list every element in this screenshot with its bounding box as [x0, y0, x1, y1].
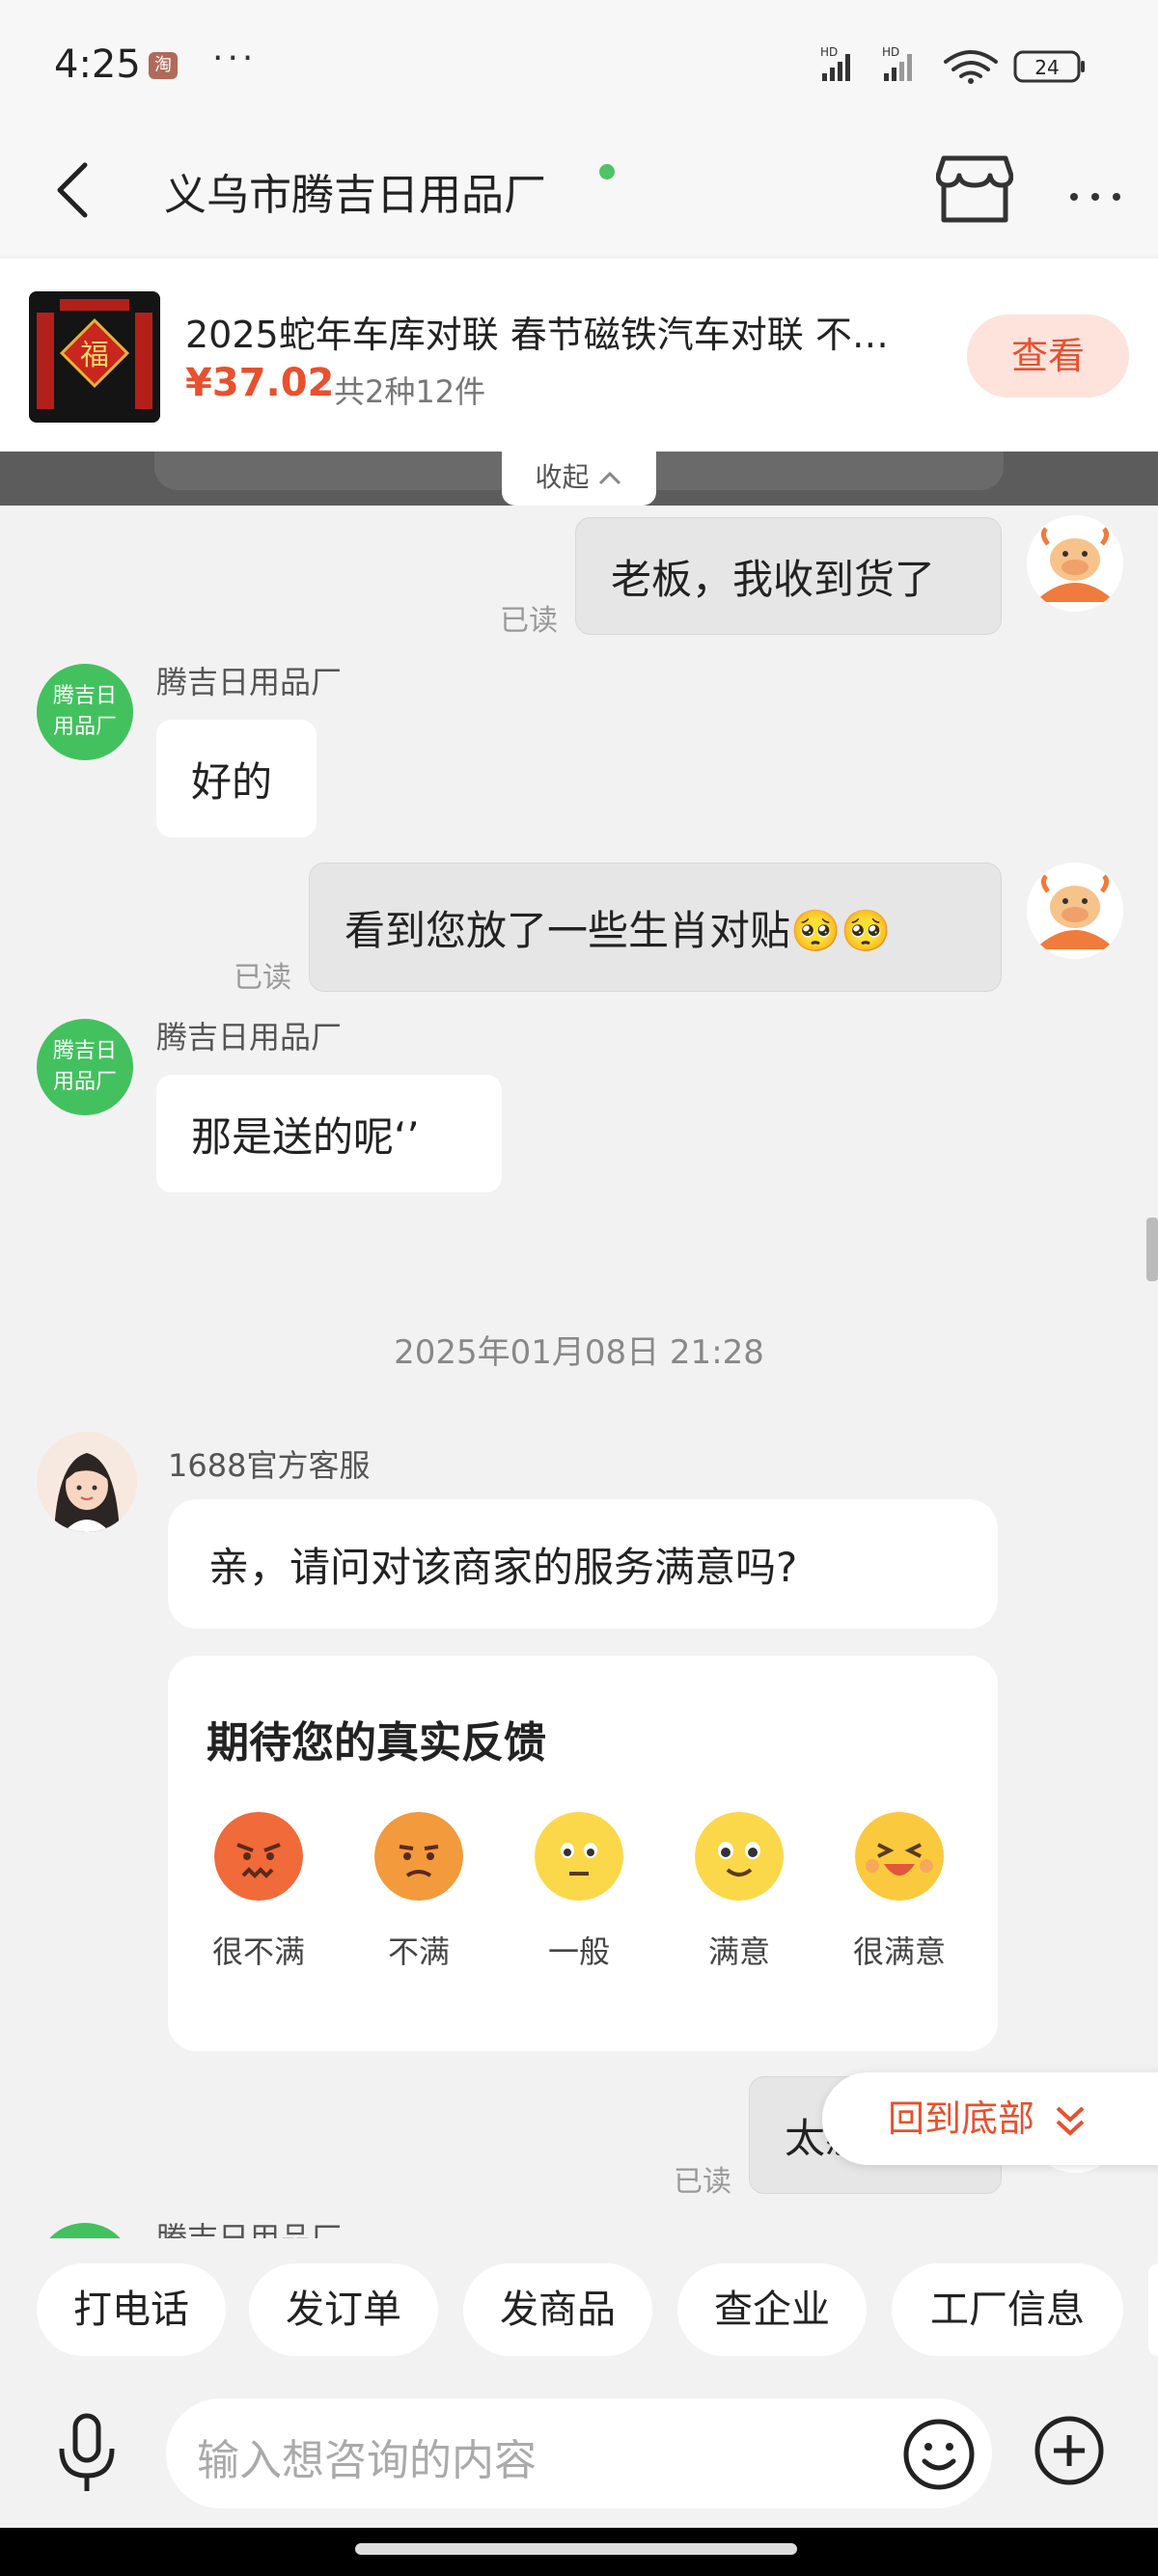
more-options-icon[interactable] — [1066, 172, 1124, 216]
rating-satisfied[interactable]: 满意 — [672, 1812, 807, 1972]
more-chip-edge[interactable] — [1148, 2263, 1158, 2356]
rating-label: 一般 — [547, 1933, 610, 1970]
rating-unsatisfied[interactable]: 不满 — [351, 1812, 486, 1972]
very-unsatisfied-face-icon — [214, 1812, 303, 1901]
sender-name: 腾吉日用品厂 — [156, 664, 343, 700]
rating-label: 很不满 — [211, 1933, 305, 1970]
product-price: ¥37.02 — [185, 361, 335, 405]
scrollbar-thumb[interactable] — [1146, 1218, 1158, 1281]
status-time: 4:25 — [54, 42, 141, 87]
shop-icon[interactable] — [935, 154, 1014, 224]
product-thumbnail[interactable]: 福 — [29, 291, 160, 423]
battery-icon: 24 — [1013, 50, 1085, 83]
emoji-icon[interactable] — [901, 2417, 977, 2492]
online-status-dot — [599, 164, 615, 179]
very-satisfied-face-icon — [855, 1812, 944, 1901]
my-avatar[interactable] — [1027, 515, 1123, 612]
merchant-avatar-line-2: 用品厂 — [52, 715, 117, 739]
merchant-avatar-line-1: 腾吉日 — [52, 684, 117, 708]
back-arrow-icon[interactable] — [48, 159, 96, 221]
product-title[interactable]: 2025蛇年车库对联 春节磁铁汽车对联 不… — [185, 305, 957, 358]
factory-info-button[interactable]: 工厂信息 — [892, 2263, 1123, 2356]
network-hd-label-1: HD — [820, 45, 838, 59]
message-timestamp: 2025年01月08日 21:28 — [394, 1333, 764, 1372]
service-avatar[interactable] — [37, 1432, 137, 1532]
collapse-label: 收起 — [535, 461, 590, 493]
sender-name: 腾吉日用品厂 — [156, 1019, 343, 1055]
my-message-bubble[interactable]: 老板，我收到货了 — [575, 517, 1002, 635]
my-avatar[interactable] — [1027, 863, 1123, 959]
unsatisfied-face-icon — [374, 1812, 463, 1901]
read-status: 已读 — [674, 2165, 731, 2199]
satisfied-face-icon — [695, 1812, 784, 1901]
battery-level: 24 — [1034, 56, 1059, 79]
double-chevron-down-icon — [1056, 2106, 1085, 2136]
back-to-bottom-button[interactable]: 回到底部 — [822, 2072, 1158, 2165]
merchant-avatar[interactable]: 腾吉日 用品厂 — [37, 664, 133, 760]
rating-very-unsatisfied[interactable]: 很不满 — [191, 1812, 326, 1972]
read-status: 已读 — [500, 604, 558, 638]
home-indicator[interactable] — [355, 2543, 797, 2555]
service-message-bubble[interactable]: 亲，请问对该商家的服务满意吗? — [168, 1499, 998, 1629]
taobao-notification-icon: 淘 — [149, 52, 178, 79]
product-thumb-character: 福 — [80, 339, 109, 372]
send-product-button[interactable]: 发商品 — [463, 2263, 652, 2356]
status-more-icon: ··· — [212, 39, 258, 78]
status-indicators: HD HD 24 — [818, 44, 1098, 91]
my-message-bubble[interactable]: 看到您放了一些生肖对贴🥺🥺 — [309, 863, 1002, 992]
call-button[interactable]: 打电话 — [37, 2263, 226, 2356]
back-to-bottom-label: 回到底部 — [888, 2097, 1035, 2140]
rating-neutral[interactable]: 一般 — [511, 1812, 647, 1972]
network-hd-label-2: HD — [882, 45, 899, 59]
plus-icon[interactable] — [1033, 2414, 1106, 2487]
merchant-avatar[interactable]: 腾吉日 用品厂 — [37, 1019, 133, 1115]
send-order-button[interactable]: 发订单 — [249, 2263, 438, 2356]
product-quantity: 共2种12件 — [334, 373, 486, 410]
chevron-up-icon — [599, 471, 621, 485]
merchant-avatar-line-1: 腾吉日 — [52, 1039, 117, 1063]
feedback-title: 期待您的真实反馈 — [207, 1718, 546, 1768]
rating-label: 不满 — [387, 1933, 450, 1970]
collapse-button[interactable]: 收起 — [502, 448, 656, 506]
read-status: 已读 — [234, 961, 291, 995]
rating-very-satisfied[interactable]: 很满意 — [832, 1812, 967, 1972]
page-title[interactable]: 义乌市腾吉日用品厂 — [164, 160, 546, 222]
rating-label: 满意 — [707, 1933, 770, 1970]
merchant-avatar-clipped — [37, 2223, 133, 2238]
rating-label: 很满意 — [852, 1933, 946, 1970]
view-button[interactable]: 查看 — [967, 315, 1129, 397]
merchant-message-bubble[interactable]: 好的 — [156, 720, 317, 837]
wifi-icon — [944, 50, 998, 84]
merchant-message-bubble[interactable]: 那是送的呢‘’ — [156, 1075, 502, 1192]
sender-name: 腾吉日用品厂 — [156, 2220, 343, 2238]
neutral-face-icon — [535, 1812, 623, 1901]
merchant-avatar-line-2: 用品厂 — [52, 1070, 117, 1094]
message-input-placeholder: 输入想咨询的内容 — [197, 2436, 537, 2485]
check-company-button[interactable]: 查企业 — [677, 2263, 867, 2356]
sender-name: 1688官方客服 — [168, 1447, 371, 1484]
microphone-icon[interactable] — [52, 2410, 122, 2497]
